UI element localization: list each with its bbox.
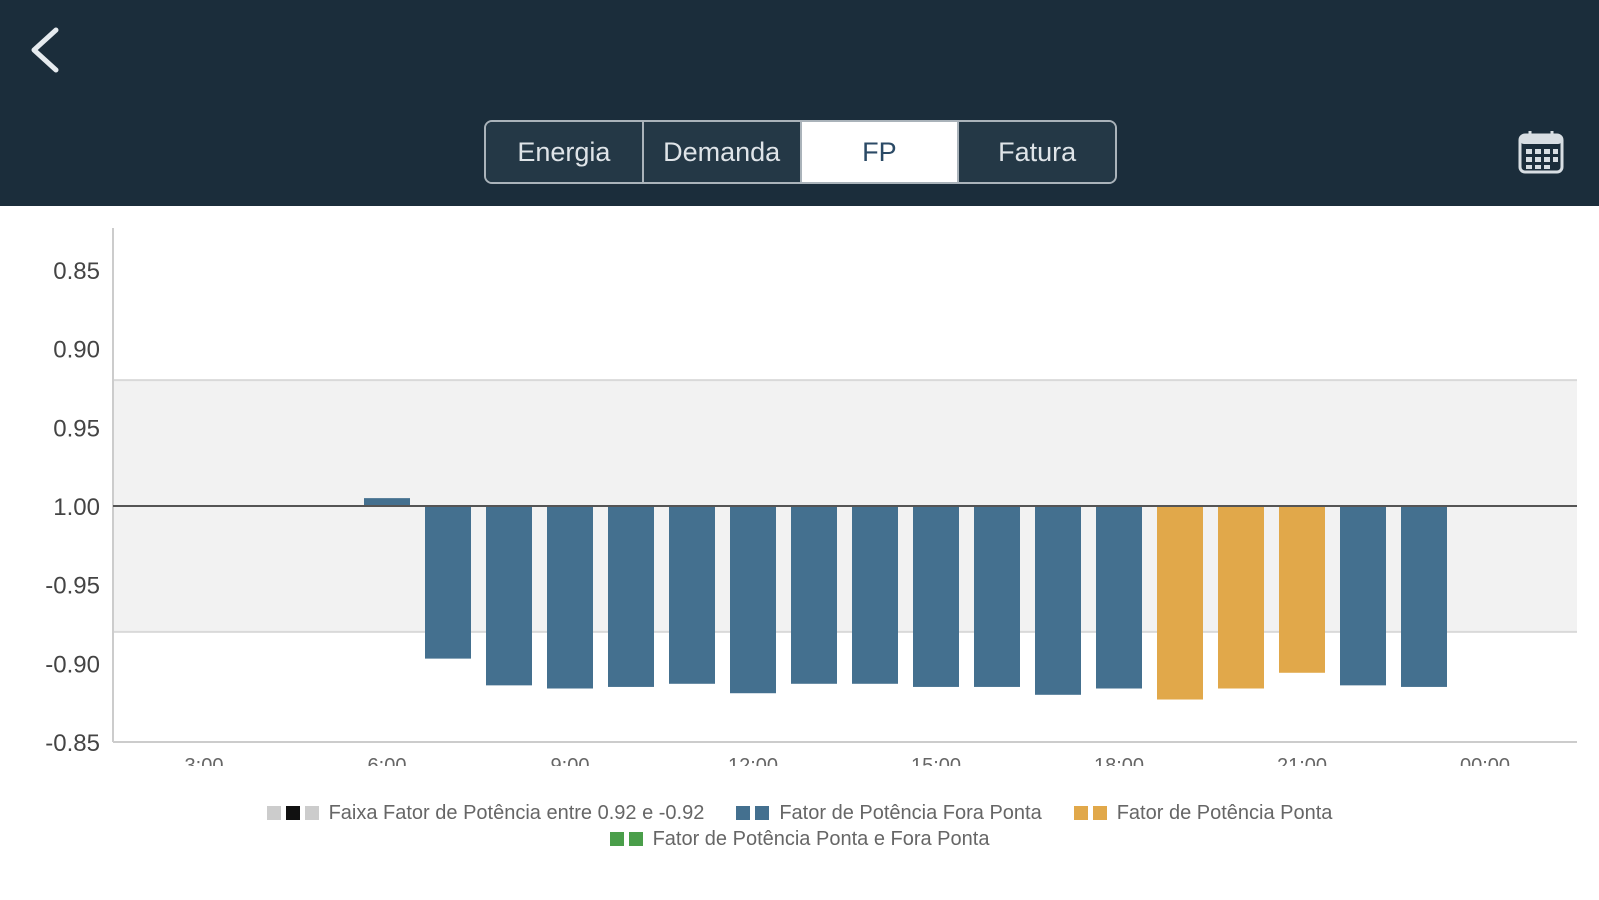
- legend-item-ponta-e-fora[interactable]: Fator de Potência Ponta e Fora Ponta: [609, 827, 990, 851]
- y-tick-label: 1.00: [53, 494, 100, 521]
- chevron-left-icon[interactable]: [22, 22, 70, 78]
- bar: [1218, 506, 1264, 689]
- x-tick-label: 6:00: [368, 755, 407, 766]
- bar: [730, 506, 776, 694]
- bar: [1096, 506, 1142, 689]
- legend-item-fora-ponta[interactable]: Fator de Potência Fora Ponta: [736, 801, 1042, 825]
- legend-label: Fator de Potência Ponta: [1116, 801, 1333, 824]
- legend-swatch: [304, 806, 319, 820]
- bar: [425, 506, 471, 659]
- tab-energia[interactable]: Energia: [486, 122, 644, 182]
- view-segmented-control: Energia Demanda FP Fatura: [484, 120, 1117, 184]
- y-tick-label: -0.90: [45, 651, 100, 678]
- bar: [974, 506, 1020, 687]
- legend-swatch: [736, 806, 751, 820]
- legend-label: Fator de Potência Ponta e Fora Ponta: [652, 827, 990, 850]
- x-tick-label: 18:00: [1094, 755, 1144, 766]
- y-tick-label: -0.95: [45, 573, 100, 600]
- bar: [364, 498, 410, 506]
- bar: [1340, 506, 1386, 686]
- bar: [608, 506, 654, 687]
- x-tick-label: 12:00: [728, 755, 778, 766]
- legend-item-ponta[interactable]: Fator de Potência Ponta: [1073, 801, 1333, 825]
- x-tick-label: 21:00: [1277, 755, 1327, 766]
- y-tick-label: -0.85: [45, 730, 100, 757]
- x-tick-label: 3:00: [185, 755, 224, 766]
- bar: [852, 506, 898, 684]
- x-tick-label: 15:00: [911, 755, 961, 766]
- bar: [1279, 506, 1325, 673]
- chart-legend: Faixa Fator de Potência entre 0.92 e -0.…: [0, 800, 1599, 852]
- power-factor-chart: 0.85 0.90 0.95 1.00 -0.95 -0.90 -0.85 3:00 6:00 9…: [45, 228, 1577, 766]
- y-tick-label: 0.90: [53, 337, 100, 364]
- tab-fp[interactable]: FP: [801, 122, 960, 182]
- tab-demanda[interactable]: Demanda: [643, 122, 802, 182]
- bar: [791, 506, 837, 684]
- legend-swatch: [609, 832, 624, 846]
- y-tick-label: 0.85: [53, 258, 100, 285]
- x-tick-label: 00:00: [1460, 755, 1510, 766]
- legend-swatch: [755, 806, 770, 820]
- bar: [1157, 506, 1203, 700]
- bar: [1401, 506, 1447, 687]
- bar: [669, 506, 715, 684]
- bar: [486, 506, 532, 686]
- legend-item-faixa[interactable]: Faixa Fator de Potência entre 0.92 e -0.…: [266, 801, 705, 825]
- legend-label: Fator de Potência Fora Ponta: [779, 801, 1042, 824]
- bar: [1035, 506, 1081, 695]
- legend-label: Faixa Fator de Potência entre 0.92 e -0.…: [328, 801, 705, 824]
- tab-fatura[interactable]: Fatura: [959, 122, 1115, 182]
- x-tick-label: 9:00: [551, 755, 590, 766]
- legend-swatch: [1073, 806, 1088, 820]
- legend-swatch: [285, 806, 300, 820]
- calendar-icon[interactable]: [1517, 128, 1565, 176]
- legend-row-1: Faixa Fator de Potência entre 0.92 e -0.…: [0, 800, 1599, 826]
- y-tick-label: 0.95: [53, 415, 100, 442]
- legend-swatch: [628, 832, 643, 846]
- legend-swatch: [1092, 806, 1107, 820]
- bar: [547, 506, 593, 689]
- bar: [913, 506, 959, 687]
- legend-swatch: [266, 806, 281, 820]
- app-header: Energia Demanda FP Fatura: [0, 0, 1599, 206]
- legend-row-2: Fator de Potência Ponta e Fora Ponta: [0, 826, 1599, 852]
